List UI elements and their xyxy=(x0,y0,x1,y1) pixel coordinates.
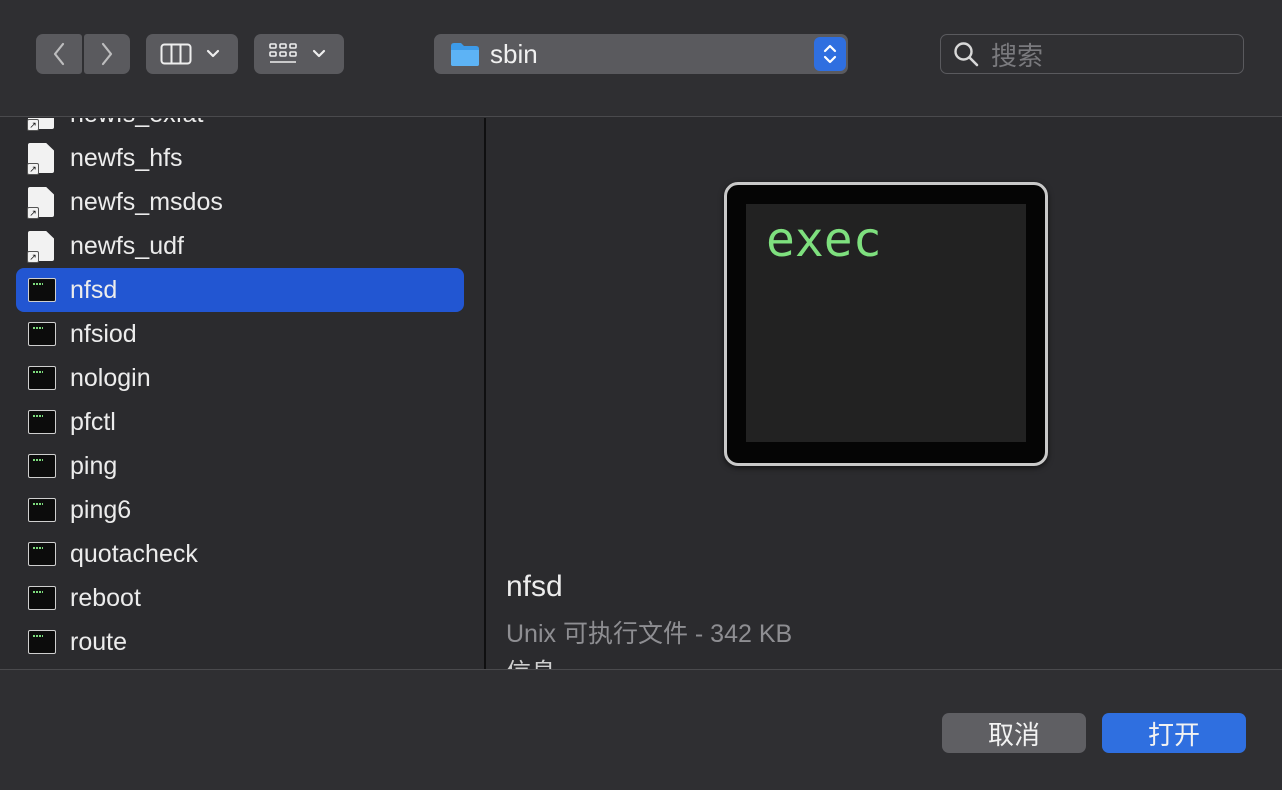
executable-icon xyxy=(28,363,56,393)
list-item[interactable]: quotacheck xyxy=(16,532,464,576)
alias-document-icon: ↗ xyxy=(27,118,56,131)
toolbar: sbin 搜索 xyxy=(0,0,1282,117)
preview-file-name: nfsd xyxy=(506,570,563,603)
up-down-arrows-icon xyxy=(823,44,837,64)
executable-icon xyxy=(28,583,56,613)
alias-document-icon: ↗ xyxy=(27,231,56,263)
list-item[interactable]: ping xyxy=(16,444,464,488)
list-item[interactable]: ↗ newfs_exfat xyxy=(16,118,464,136)
file-name: newfs_hfs xyxy=(70,143,183,172)
executable-icon xyxy=(28,407,56,437)
view-mode-button[interactable] xyxy=(146,34,238,74)
preview-file-kind-size: Unix 可执行文件 - 342 KB xyxy=(506,620,793,648)
executable-icon xyxy=(28,495,56,525)
list-item[interactable]: pfctl xyxy=(16,400,464,444)
file-name: pfctl xyxy=(70,407,116,436)
list-item[interactable]: ↗ newfs_msdos xyxy=(16,180,464,224)
executable-preview-icon: exec xyxy=(724,182,1048,466)
file-name: newfs_udf xyxy=(70,231,184,260)
list-item[interactable]: ping6 xyxy=(16,488,464,532)
forward-button[interactable] xyxy=(84,34,130,74)
chevron-right-icon xyxy=(101,42,113,66)
alias-document-icon: ↗ xyxy=(27,187,56,219)
list-item-selected[interactable]: nfsd xyxy=(16,268,464,312)
list-item[interactable]: route xyxy=(16,620,464,664)
bottom-bar: 取消 打开 xyxy=(0,669,1282,790)
file-name: newfs_msdos xyxy=(70,187,223,216)
chevron-down-icon xyxy=(312,49,326,58)
file-list: ↗ newfs_exfat ↗ newfs_hfs ↗ newfs_msdos … xyxy=(0,118,484,669)
columns-view-icon xyxy=(160,43,192,65)
list-item[interactable]: ↗ newfs_hfs xyxy=(16,136,464,180)
location-label: sbin xyxy=(490,38,538,69)
file-name: route xyxy=(70,627,127,656)
preview-icon-text: exec xyxy=(766,212,882,268)
group-grid-icon xyxy=(269,43,297,63)
group-by-button[interactable] xyxy=(254,34,344,74)
chevron-left-icon xyxy=(53,42,65,66)
file-name: nfsd xyxy=(70,275,118,304)
navigation-buttons xyxy=(36,34,130,74)
list-item[interactable]: nologin xyxy=(16,356,464,400)
search-icon xyxy=(954,42,979,67)
executable-icon xyxy=(28,275,56,305)
file-name: reboot xyxy=(70,583,141,612)
location-stepper[interactable] xyxy=(814,37,846,71)
location-popup[interactable]: sbin xyxy=(434,34,848,74)
file-name: ping6 xyxy=(70,495,132,524)
executable-icon xyxy=(28,627,56,657)
file-name: quotacheck xyxy=(70,539,198,568)
file-name: nologin xyxy=(70,363,151,392)
search-field[interactable]: 搜索 xyxy=(940,34,1244,74)
executable-icon xyxy=(28,319,56,349)
file-name: newfs_exfat xyxy=(70,118,203,129)
preview-info-heading: 信息 xyxy=(506,658,556,669)
list-item[interactable]: nfsiod xyxy=(16,312,464,356)
alias-document-icon: ↗ xyxy=(27,143,56,175)
list-item[interactable]: ↗ newfs_udf xyxy=(16,224,464,268)
open-button[interactable]: 打开 xyxy=(1102,713,1246,753)
chevron-down-icon xyxy=(206,49,220,58)
file-name: nfsiod xyxy=(70,319,137,348)
cancel-button[interactable]: 取消 xyxy=(942,713,1086,753)
search-placeholder: 搜索 xyxy=(991,40,1044,71)
executable-icon xyxy=(28,539,56,569)
file-name: ping xyxy=(70,451,118,480)
executable-icon xyxy=(28,451,56,481)
folder-icon xyxy=(451,43,479,66)
list-item[interactable]: reboot xyxy=(16,576,464,620)
back-button[interactable] xyxy=(36,34,82,74)
preview-pane: exec nfsd Unix 可执行文件 - 342 KB 信息 xyxy=(486,118,1282,669)
